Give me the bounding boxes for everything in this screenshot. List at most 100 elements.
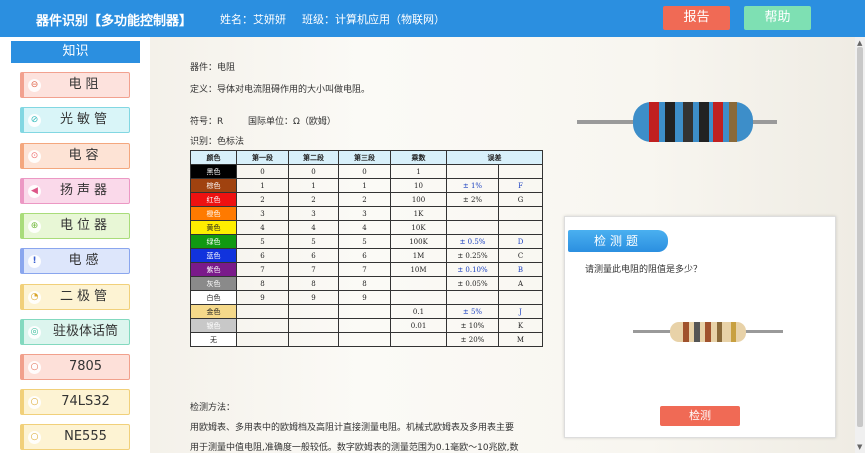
table-cell: 4 [338, 220, 391, 235]
table-cell: 3 [236, 206, 289, 221]
scroll-up-icon[interactable]: ▲ [857, 39, 862, 47]
microphone-icon: ◎ [28, 326, 41, 339]
table-cell [446, 164, 499, 179]
table-cell: 100K [390, 234, 447, 249]
color-code-table: 颜色 第一段 第二段 第三段 乘数 误差 黑色 0001 棕色 1 1 1 10 ± … [190, 150, 543, 347]
table-row: 白色 999 [190, 290, 543, 305]
table-cell [288, 304, 339, 319]
sidebar-item-label: NE555 [64, 429, 107, 444]
table-cell: 9 [338, 290, 391, 305]
table-cell: ± 20% [446, 332, 499, 347]
color-cell: 红色 [190, 192, 237, 207]
table-cell: ± 0.10% [446, 262, 499, 277]
table-cell: 0 [338, 164, 391, 179]
table-row: 银色 0.01 ± 10% K [190, 318, 543, 333]
app-title: 器件识别【多功能控制器】 [36, 14, 193, 29]
table-cell: 6 [338, 248, 391, 263]
table-cell: 8 [338, 276, 391, 291]
table-cell: 3 [288, 206, 339, 221]
sidebar-item-speaker[interactable]: ◀ 扬声器 [20, 178, 130, 204]
table-cell: B [498, 262, 543, 277]
table-row: 蓝色 6 6 6 1M ± 0.25% C [190, 248, 543, 263]
color-cell: 绿色 [190, 234, 237, 249]
vertical-scrollbar[interactable]: ▲ ▼ [855, 37, 865, 453]
table-cell [288, 318, 339, 333]
table-cell: 1 [338, 178, 391, 193]
sidebar-item-capacitor[interactable]: ⊙ 电容 [20, 143, 130, 169]
sidebar-item-label: 二极管 [59, 289, 111, 304]
table-header-row: 颜色 第一段 第二段 第三段 乘数 误差 [190, 150, 543, 165]
sidebar-item-potentiometer[interactable]: ⊕ 电位器 [20, 213, 130, 239]
quiz-question: 请测量此电阻的阻值是多少？ [585, 265, 703, 275]
sidebar-item-7805[interactable]: ○ 7805 [20, 354, 130, 380]
table-cell: 7 [338, 262, 391, 277]
color-cell: 无 [190, 332, 237, 347]
table-cell [446, 290, 499, 305]
table-cell: 7 [288, 262, 339, 277]
sidebar-item-inductor[interactable]: ! 电感 [20, 248, 130, 274]
table-row: 绿色 5 5 5 100K ± 0.5% D [190, 234, 543, 249]
color-cell: 银色 [190, 318, 237, 333]
capacitor-icon: ⊙ [28, 150, 41, 163]
check-button[interactable]: 检测 [660, 406, 740, 426]
method-title: 检测方法： [190, 403, 236, 413]
table-cell: 5 [236, 234, 289, 249]
table-cell [498, 164, 543, 179]
table-row: 红色 2 2 2 100 ± 2% G [190, 192, 543, 207]
table-cell: 8 [288, 276, 339, 291]
table-cell: C [498, 248, 543, 263]
table-cell: 2 [288, 192, 339, 207]
column-header: 乘数 [390, 150, 447, 165]
table-row: 灰色 888 ± 0.05% A [190, 276, 543, 291]
table-cell [390, 276, 447, 291]
diode-icon: ◔ [28, 291, 41, 304]
unit: 国际单位：Ω（欧姆） [248, 117, 336, 127]
table-row: 金色 0.1 ± 5% J [190, 304, 543, 319]
help-button[interactable]: 帮助 [744, 6, 811, 30]
scroll-down-icon[interactable]: ▼ [857, 443, 862, 451]
table-cell: 100 [390, 192, 447, 207]
table-cell: 0.1 [390, 304, 447, 319]
table-cell: G [498, 192, 543, 207]
sidebar-item-label: 驻极体话筒 [52, 324, 118, 339]
table-cell: 10K [390, 220, 447, 235]
sidebar-item-diode[interactable]: ◔ 二极管 [20, 284, 130, 310]
sidebar-item-label: 7805 [68, 359, 103, 374]
sidebar-item-ne555[interactable]: ○ NE555 [20, 424, 130, 450]
table-cell: 5 [288, 234, 339, 249]
sidebar-item-microphone[interactable]: ◎ 驻极体话筒 [20, 319, 130, 345]
sidebar-item-photodiode[interactable]: ⊘ 光敏管 [20, 107, 130, 133]
table-row: 棕色 1 1 1 10 ± 1% F [190, 178, 543, 193]
table-cell: ± 5% [446, 304, 499, 319]
table-cell: A [498, 276, 543, 291]
table-cell [390, 332, 447, 347]
potentiometer-icon: ⊕ [28, 220, 41, 233]
table-row: 黄色 4 4 4 10K [190, 220, 543, 235]
report-button[interactable]: 报告 [663, 6, 730, 30]
table-cell [236, 332, 289, 347]
sidebar-item-label: 电位器 [59, 218, 111, 233]
table-cell: 0 [236, 164, 289, 179]
resistor-icon: ⊖ [28, 79, 41, 92]
column-header: 误差 [446, 150, 543, 165]
color-cell: 白色 [190, 290, 237, 305]
color-cell: 金色 [190, 304, 237, 319]
column-header: 第一段 [236, 150, 289, 165]
color-cell: 棕色 [190, 178, 237, 193]
sidebar-item-resistor[interactable]: ⊖ 电阻 [20, 72, 130, 98]
table-cell [446, 220, 499, 235]
device-name: 器件：电阻 [190, 63, 236, 73]
photodiode-icon: ⊘ [28, 114, 41, 127]
color-cell: 灰色 [190, 276, 237, 291]
sidebar-item-74ls32[interactable]: ○ 74LS32 [20, 389, 130, 415]
table-cell: 1M [390, 248, 447, 263]
color-cell: 紫色 [190, 262, 237, 277]
table-cell [236, 318, 289, 333]
color-cell: 黑色 [190, 164, 237, 179]
table-cell [390, 290, 447, 305]
sidebar-item-label: 电阻 [68, 77, 103, 92]
scrollbar-thumb[interactable] [857, 47, 863, 427]
inductor-icon: ! [28, 255, 41, 268]
table-cell: 2 [236, 192, 289, 207]
table-row: 橙色 3 3 3 1K [190, 206, 543, 221]
